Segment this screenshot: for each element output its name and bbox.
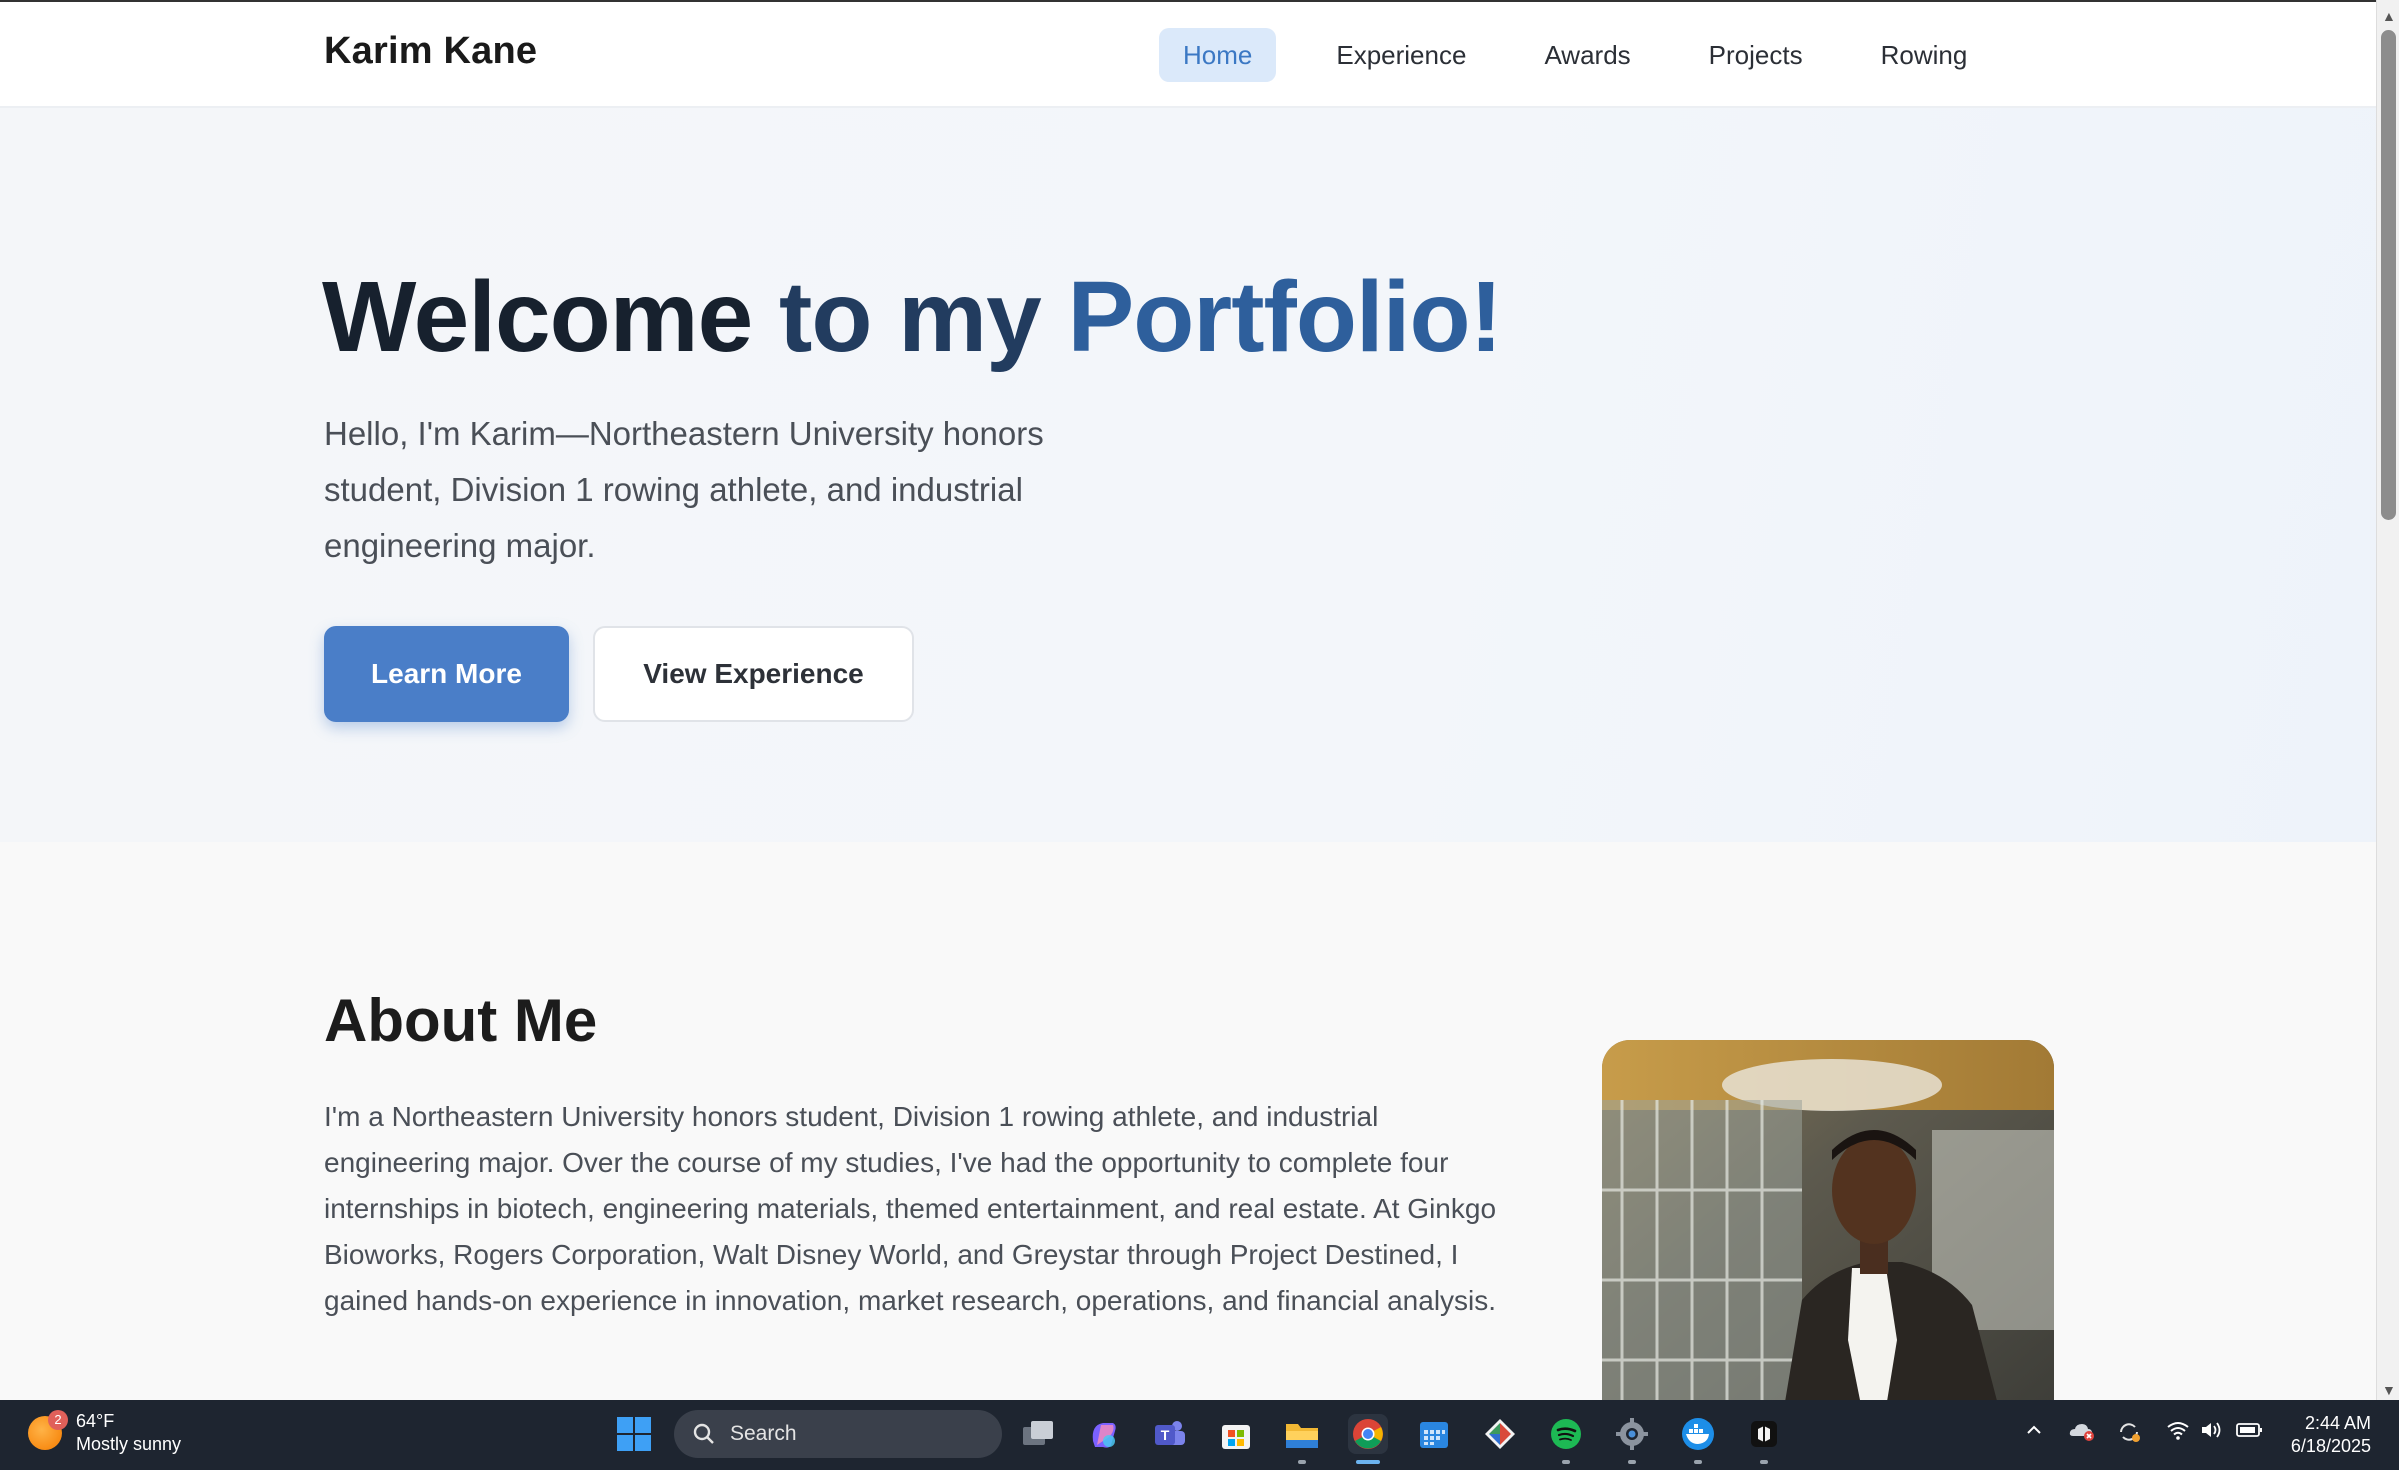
git-client-icon[interactable] [1480,1414,1520,1454]
brand-name[interactable]: Karim Kane [324,30,537,73]
weather-badge: 2 [48,1410,68,1430]
search-icon [693,1423,714,1444]
nav-link-rowing[interactable]: Rowing [1863,28,1986,82]
settings-gear-icon[interactable] [1612,1414,1652,1464]
hero-title-word-to-my: to my [779,261,1042,373]
clock-time: 2:44 AM [2304,1413,2371,1433]
nav-links: Home Experience Awards Projects Rowing [1159,28,1985,82]
about-text: I'm a Northeastern University honors stu… [324,1101,1497,1316]
scroll-up-icon[interactable]: ▲ [2382,8,2396,24]
wifi-icon[interactable] [2166,1420,2190,1446]
chrome-icon[interactable] [1348,1414,1388,1464]
docker-icon[interactable] [1678,1414,1718,1464]
nav-link-experience[interactable]: Experience [1318,28,1484,82]
show-hidden-icons-chevron-icon[interactable] [2024,1420,2044,1446]
weather-desc: Mostly sunny [76,1434,182,1454]
task-view-icon[interactable] [1018,1414,1058,1454]
scroll-down-icon[interactable]: ▼ [2382,1382,2396,1398]
copilot-icon[interactable] [1084,1414,1124,1454]
battery-icon[interactable] [2236,1420,2264,1446]
svg-text:T: T [1161,1427,1170,1443]
windows-taskbar: 2 64°F Mostly sunny Search T 2:44 AM 6/1… [0,1400,2399,1470]
about-title: About Me [324,987,598,1054]
learn-more-button[interactable]: Learn More [324,626,569,722]
microsoft-store-icon[interactable] [1216,1414,1256,1454]
nav-link-projects[interactable]: Projects [1691,28,1821,82]
nav-link-home[interactable]: Home [1159,28,1277,82]
scroll-thumb[interactable] [2381,30,2396,520]
taskbar-clock[interactable]: 2:44 AM 6/18/2025 [2291,1412,2371,1458]
weather-sun-icon: 2 [28,1410,68,1450]
file-explorer-icon[interactable] [1282,1414,1322,1464]
hero-title: Welcome to my Portfolio! [322,260,1503,375]
taskbar-search[interactable]: Search [674,1410,1002,1458]
hero-subtitle: Hello, I'm Karim—Northeastern University… [324,415,1044,564]
hero-title-word-welcome: Welcome [322,261,753,373]
teams-icon[interactable]: T [1150,1414,1190,1454]
clock-date: 6/18/2025 [2290,1436,2371,1456]
onedrive-error-icon[interactable] [2068,1420,2096,1448]
view-experience-button[interactable]: View Experience [593,626,914,722]
calendar-icon[interactable] [1414,1414,1454,1454]
hero-title-word-portfolio: Portfolio! [1067,261,1503,373]
weather-widget[interactable]: 2 64°F Mostly sunny [28,1410,181,1456]
windows-start-icon[interactable] [614,1414,654,1454]
sync-icon[interactable] [2116,1420,2142,1450]
volume-icon[interactable] [2200,1420,2224,1446]
terminal-app-icon[interactable] [1744,1414,1784,1464]
profile-photo [1602,1040,2054,1400]
browser-viewport: Karim Kane Home Experience Awards Projec… [0,0,2376,1400]
weather-temp: 64°F [76,1411,115,1431]
search-placeholder: Search [730,1422,797,1445]
spotify-icon[interactable] [1546,1414,1586,1464]
nav-link-awards[interactable]: Awards [1526,28,1648,82]
page-scrollbar[interactable]: ▲ ▼ [2376,0,2399,1400]
hero-section: Welcome to my Portfolio! Hello, I'm Kari… [0,108,2376,842]
top-navbar: Karim Kane Home Experience Awards Projec… [0,2,2376,108]
